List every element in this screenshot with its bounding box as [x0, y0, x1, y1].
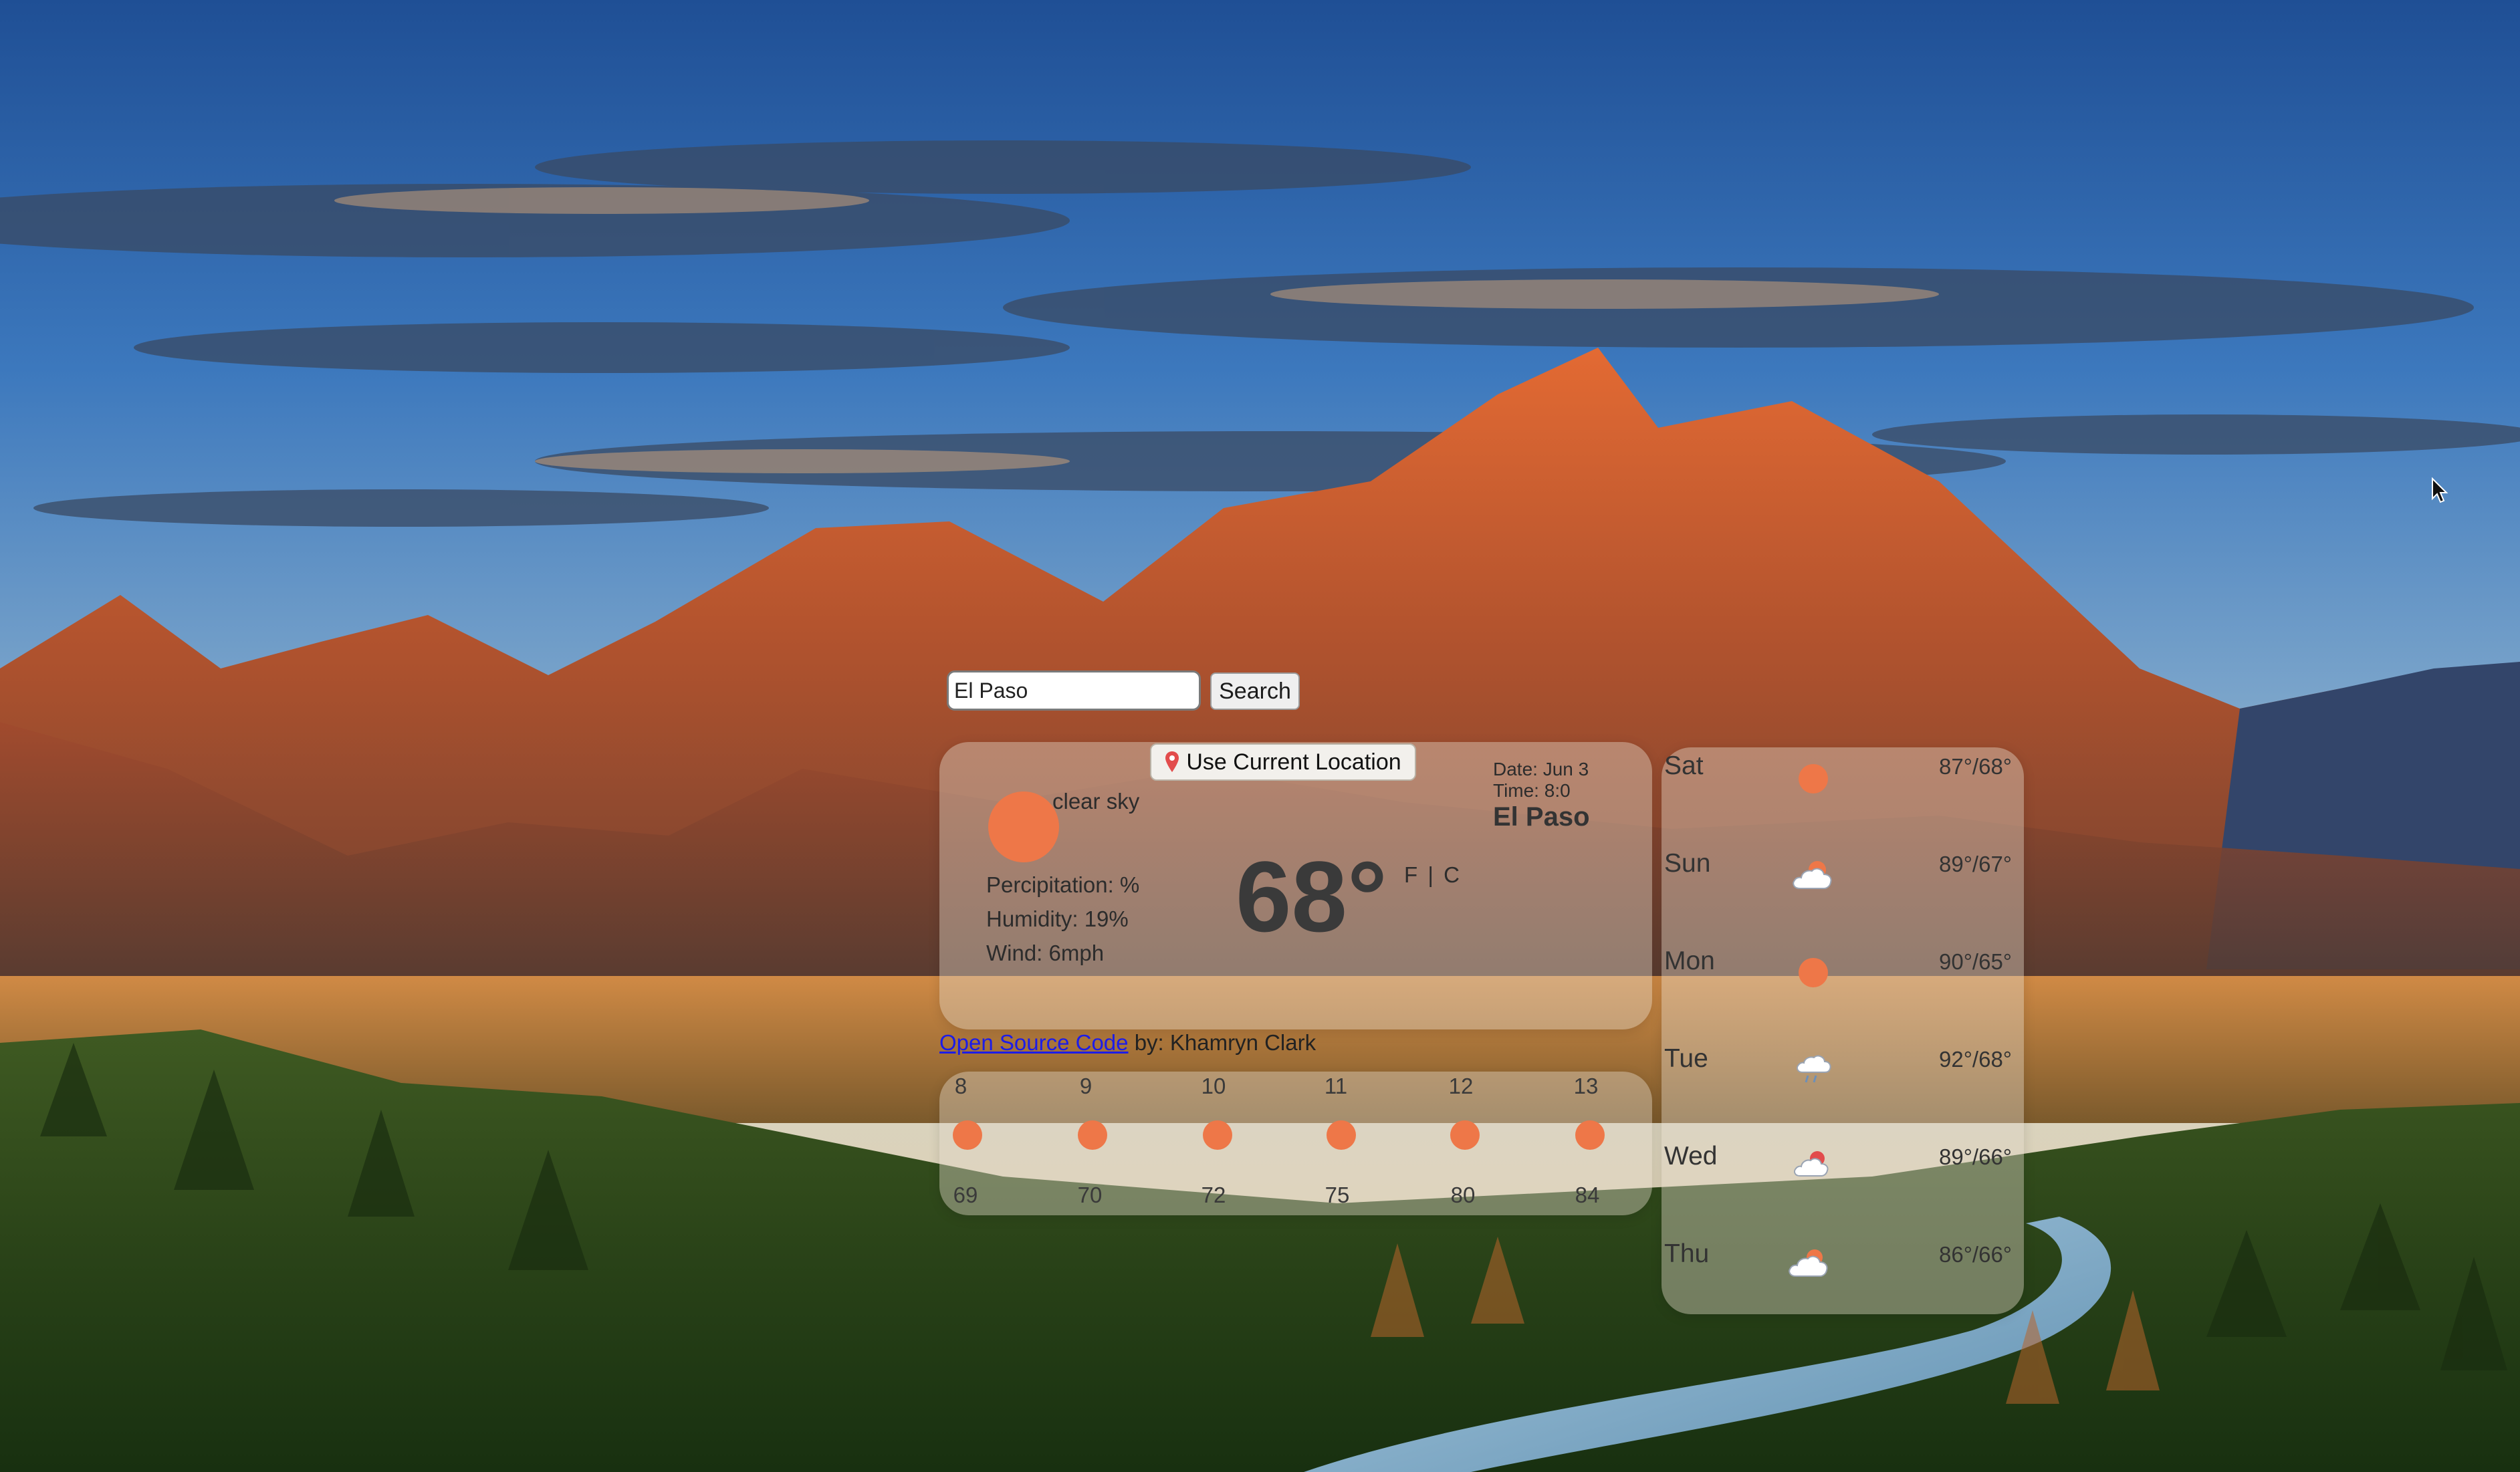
- hour-temp: 70: [1077, 1183, 1103, 1207]
- mountain-background-image: [0, 0, 2520, 1472]
- use-current-location-button[interactable]: Use Current Location: [1150, 743, 1416, 781]
- app-window: Search Use Current Location clear sky Pe…: [0, 0, 2520, 1472]
- open-source-code-link[interactable]: Open Source Code: [939, 1030, 1129, 1055]
- day-temps: 89°/66°: [1939, 1144, 2012, 1169]
- hour-temp: 72: [1201, 1183, 1226, 1207]
- hour-temp: 69: [953, 1183, 978, 1207]
- day-name: Mon: [1664, 947, 1715, 975]
- hour-label: 8: [954, 1074, 967, 1098]
- hour-label: 9: [1079, 1074, 1093, 1098]
- credits-line: Open Source Code by: Khamryn Clark: [939, 1030, 1316, 1056]
- mouse-cursor-icon: [2432, 477, 2448, 503]
- hour-label: 12: [1448, 1074, 1474, 1098]
- sun-icon: [1799, 764, 1828, 793]
- sun-icon: [1203, 1120, 1232, 1150]
- search-button[interactable]: Search: [1210, 672, 1300, 710]
- weekly-forecast-card: [1662, 747, 2024, 1314]
- partly-cloudy-icon: [1793, 861, 1832, 889]
- day-temps: 86°/66°: [1939, 1242, 2012, 1267]
- day-temps: 87°/68°: [1939, 754, 2012, 779]
- hour-temp: 80: [1450, 1183, 1476, 1207]
- day-name: Sat: [1664, 751, 1704, 780]
- hour-label: 11: [1324, 1074, 1348, 1098]
- sun-icon: [1078, 1120, 1107, 1150]
- precipitation-text: Percipitation: %: [986, 872, 1140, 897]
- day-name: Tue: [1664, 1044, 1708, 1073]
- author-credit: by: Khamryn Clark: [1134, 1030, 1316, 1055]
- day-temps: 92°/68°: [1939, 1047, 2012, 1072]
- weather-condition: clear sky: [1052, 789, 1140, 814]
- rain-cloud-icon: [1797, 1055, 1831, 1083]
- day-name: Thu: [1664, 1239, 1710, 1268]
- sun-icon: [1327, 1120, 1356, 1150]
- hour-temp: 84: [1575, 1183, 1600, 1207]
- sun-icon: [1450, 1120, 1480, 1150]
- hour-label: 13: [1573, 1074, 1599, 1098]
- hourly-forecast-card: [939, 1072, 1652, 1215]
- sun-icon: [988, 791, 1059, 862]
- time-text: Time: 8:0: [1493, 780, 1571, 801]
- partly-cloudy-icon: [1794, 1151, 1829, 1177]
- day-name: Sun: [1664, 849, 1711, 878]
- hour-label: 10: [1201, 1074, 1226, 1098]
- city-name: El Paso: [1493, 802, 1590, 832]
- sun-icon: [1799, 958, 1828, 987]
- partly-cloudy-icon: [1789, 1249, 1828, 1277]
- day-name: Wed: [1664, 1142, 1718, 1171]
- day-temps: 90°/65°: [1939, 949, 2012, 974]
- use-current-location-label: Use Current Location: [1186, 749, 1401, 775]
- day-temps: 89°/67°: [1939, 852, 2012, 876]
- unit-toggle[interactable]: F | C: [1404, 862, 1462, 888]
- search-input[interactable]: [947, 670, 1201, 711]
- humidity-text: Humidity: 19%: [986, 906, 1129, 931]
- wind-text: Wind: 6mph: [986, 941, 1105, 965]
- sun-icon: [1575, 1120, 1605, 1150]
- location-pin-icon: [1165, 751, 1179, 772]
- current-temperature: 68°: [1236, 840, 1387, 953]
- sun-icon: [953, 1120, 982, 1150]
- hour-temp: 75: [1325, 1183, 1350, 1207]
- date-text: Date: Jun 3: [1493, 759, 1589, 779]
